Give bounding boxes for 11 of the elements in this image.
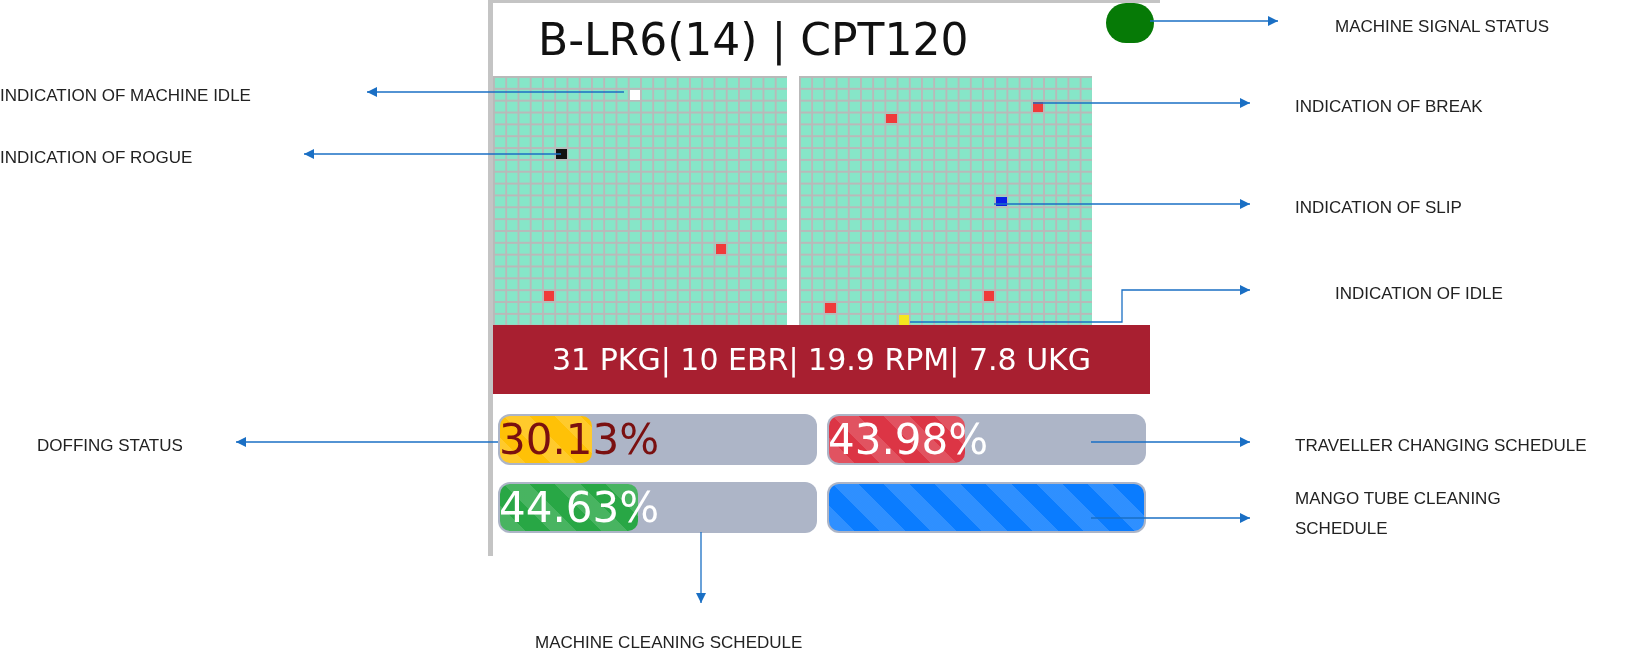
annotation-label: DOFFING STATUS (37, 435, 184, 457)
stats-bar: 31 PKG| 10 EBR| 19.9 RPM| 7.8 UKG (493, 325, 1150, 394)
annotation-label: MACHINE SIGNAL STATUS (1335, 16, 1551, 38)
annotation-label: INDICATION OF ROGUE (0, 147, 194, 169)
annotation-label: INDICATION OF MACHINE IDLE (0, 85, 252, 107)
annotation-label: TRAVELLER CHANGING SCHEDULE (1295, 435, 1588, 457)
annotation-label: INDICATION OF SLIP (1295, 197, 1463, 219)
annotation-label: INDICATION OF IDLE (1335, 283, 1504, 305)
annotation-label: MANGO TUBE CLEANING SCHEDULE (1295, 488, 1502, 540)
annotation-label: INDICATION OF BREAK (1295, 96, 1484, 118)
annotation-label: MACHINE CLEANING SCHEDULE (535, 632, 804, 654)
